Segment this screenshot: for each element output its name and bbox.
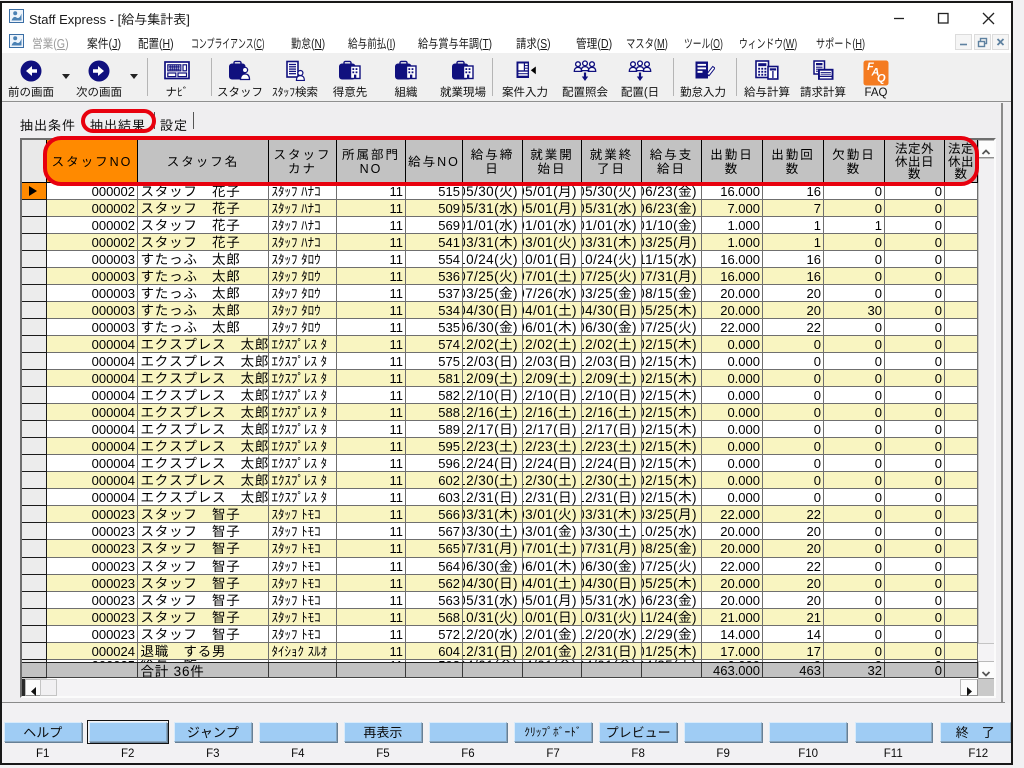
svg-text:Q: Q	[877, 73, 886, 85]
